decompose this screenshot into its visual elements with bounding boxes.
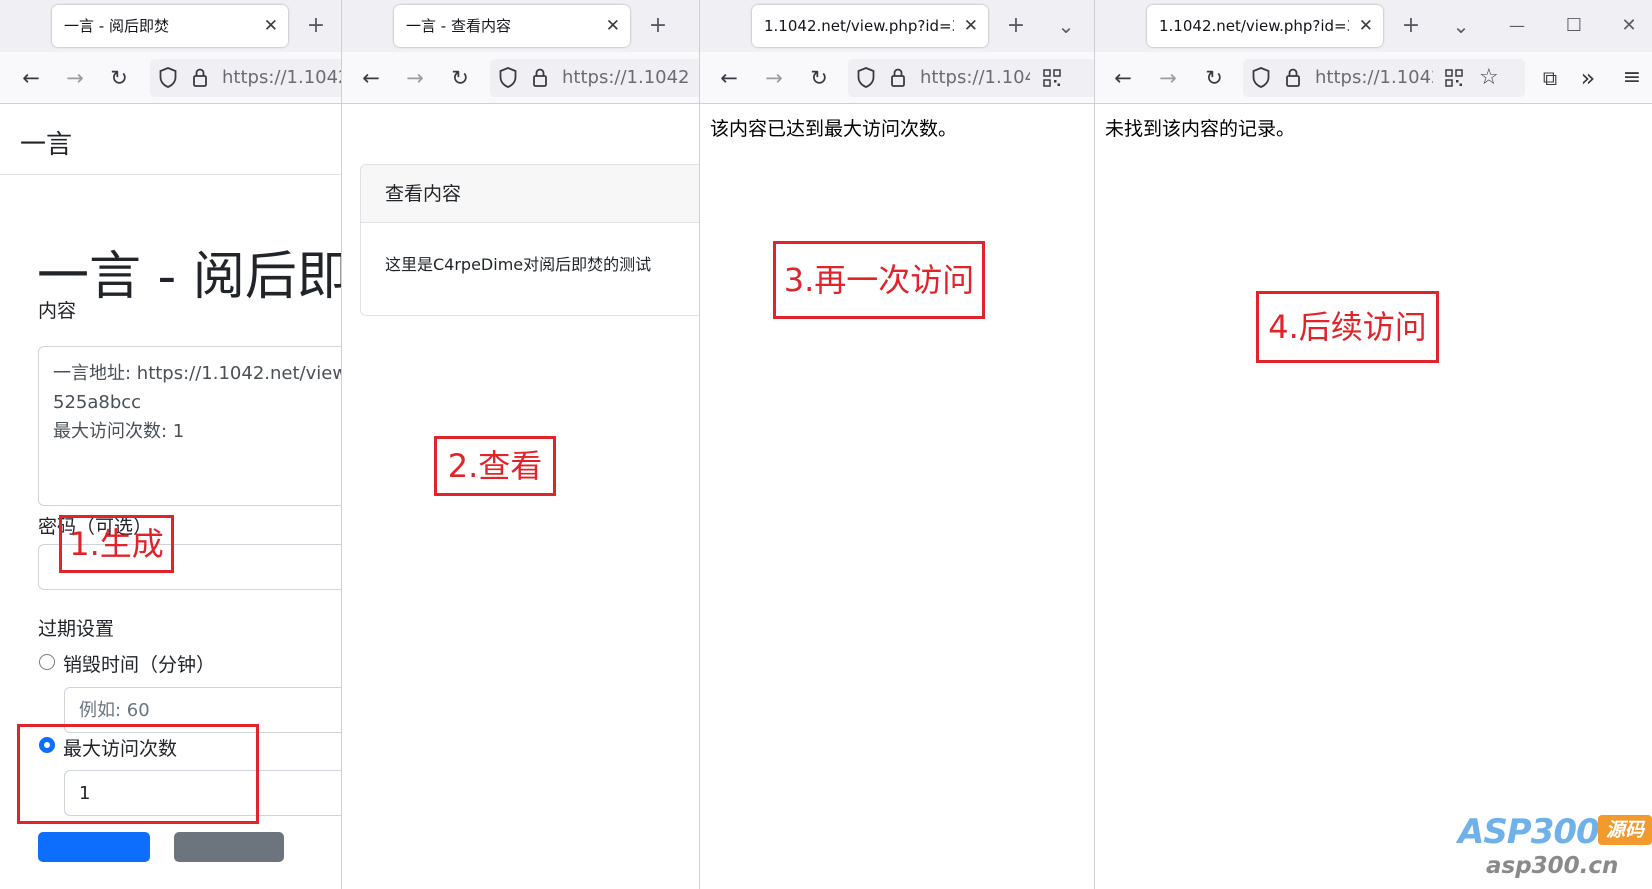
forward-icon[interactable]: →	[400, 62, 430, 94]
tab-bar: 一言 - 阅后即焚 ✕ +	[0, 0, 341, 52]
lock-icon	[891, 68, 905, 87]
nav-bar: ← → ↻ https://1.1042 ☆ ⧉ » ≡	[1095, 52, 1652, 104]
close-icon[interactable]: ✕	[606, 5, 620, 47]
url-text: https://1.1042	[562, 67, 690, 88]
url-text: https://1.1042	[1315, 67, 1433, 88]
browser-window-generate: 一言 - 阅后即焚 ✕ + ← → ↻ https://1.1042 一言 一言…	[0, 0, 341, 889]
list-tabs-icon[interactable]: ⌄	[1447, 12, 1475, 40]
window-close-icon[interactable]: ✕	[1615, 12, 1643, 40]
shield-icon	[857, 67, 875, 88]
content-textarea[interactable]: 一言地址: https://1.1042.net/view 525a8bcc 最…	[38, 346, 341, 506]
new-tab-icon[interactable]: +	[644, 12, 672, 40]
back-icon[interactable]: ←	[16, 62, 46, 94]
max-visits-reached-message: 该内容已达到最大访问次数。	[710, 118, 958, 140]
page-content: 该内容已达到最大访问次数。 3.再一次访问	[700, 104, 1095, 889]
address-bar[interactable]: https://1.1042 ☆	[1243, 59, 1525, 97]
tab-view-content[interactable]: 一言 - 查看内容 ✕	[394, 5, 630, 47]
shield-icon	[499, 67, 517, 88]
forward-icon[interactable]: →	[759, 62, 789, 94]
reload-icon[interactable]: ↻	[804, 62, 834, 94]
forward-icon[interactable]: →	[60, 62, 90, 94]
reset-button[interactable]	[174, 832, 284, 862]
overflow-icon[interactable]: »	[1573, 62, 1603, 94]
card-title: 查看内容	[361, 165, 700, 223]
destroy-time-label: 销毁时间（分钟）	[63, 654, 216, 676]
address-bar[interactable]: https://1.1042	[150, 59, 341, 97]
menu-icon[interactable]: ≡	[1617, 62, 1647, 94]
tab-title: 一言 - 阅后即焚	[64, 17, 169, 35]
watermark-domain: asp300.cn	[1486, 853, 1619, 879]
extensions-icon[interactable]: ⧉	[1535, 62, 1565, 94]
maximize-icon[interactable]: ☐	[1560, 12, 1588, 40]
nav-bar: ← → ↻ https://1.1042	[342, 52, 700, 104]
close-icon[interactable]: ✕	[964, 5, 978, 47]
back-icon[interactable]: ←	[714, 62, 744, 94]
back-icon[interactable]: ←	[1108, 62, 1138, 94]
close-icon[interactable]: ✕	[264, 5, 278, 47]
tab-bar: 1.1042.net/view.php?id=32 ✕ + ⌄	[700, 0, 1095, 52]
tab-view-php[interactable]: 1.1042.net/view.php?id=32 ✕	[1147, 5, 1383, 47]
url-text: https://1.1042	[222, 67, 341, 88]
qr-code-icon[interactable]	[1043, 69, 1061, 87]
tab-view-php[interactable]: 1.1042.net/view.php?id=32 ✕	[752, 5, 988, 47]
page-content: 一言 一言 - 阅后即焚 内容 一言地址: https://1.1042.net…	[0, 104, 341, 889]
submit-button[interactable]	[38, 832, 150, 862]
lock-icon	[1286, 68, 1300, 87]
nav-bar: ← → ↻ https://1.1042	[0, 52, 341, 104]
tab-title: 1.1042.net/view.php?id=32	[764, 17, 954, 35]
forward-icon[interactable]: →	[1153, 62, 1183, 94]
navbar-brand[interactable]: 一言	[20, 124, 72, 161]
content-line: 525a8bcc	[53, 392, 142, 413]
reload-icon[interactable]: ↻	[445, 62, 475, 94]
destroy-time-radio[interactable]	[39, 654, 55, 670]
card-text: 这里是C4rpeDime对阅后即焚的测试	[385, 255, 652, 274]
tab-title: 一言 - 查看内容	[406, 17, 511, 35]
content-card: 查看内容 这里是C4rpeDime对阅后即焚的测试	[360, 164, 700, 316]
reload-icon[interactable]: ↻	[1199, 62, 1229, 94]
watermark-badge: 源码	[1598, 815, 1652, 845]
browser-window-subsequent: 1.1042.net/view.php?id=32 ✕ + ⌄ — ☐ ✕ ← …	[1094, 0, 1652, 889]
lock-icon	[193, 68, 207, 87]
shield-icon	[159, 67, 177, 88]
page-content: 查看内容 这里是C4rpeDime对阅后即焚的测试 2.查看	[342, 104, 700, 889]
new-tab-icon[interactable]: +	[302, 12, 330, 40]
reload-icon[interactable]: ↻	[104, 62, 134, 94]
new-tab-icon[interactable]: +	[1397, 12, 1425, 40]
address-bar[interactable]: https://1.1042	[490, 59, 700, 97]
shield-icon	[1252, 67, 1270, 88]
content-line: 一言地址: https://1.1042.net/view	[53, 363, 341, 384]
new-tab-icon[interactable]: +	[1002, 12, 1030, 40]
tab-burn-after-reading[interactable]: 一言 - 阅后即焚 ✕	[52, 5, 288, 47]
back-icon[interactable]: ←	[356, 62, 386, 94]
content-line: 最大访问次数: 1	[53, 421, 185, 442]
browser-window-revisit: 1.1042.net/view.php?id=32 ✕ + ⌄ ← → ↻ ht…	[699, 0, 1095, 889]
expiry-label: 过期设置	[38, 618, 115, 640]
nav-bar: ← → ↻ https://1.1042	[700, 52, 1095, 104]
close-icon[interactable]: ✕	[1359, 5, 1373, 47]
url-text: https://1.1042	[920, 67, 1030, 88]
annotation-view: 2.查看	[434, 436, 556, 496]
annotation-subsequent: 4.后续访问	[1256, 291, 1439, 363]
browser-window-view: 一言 - 查看内容 ✕ + ← → ↻ https://1.1042 查看内容 …	[341, 0, 700, 889]
list-tabs-icon[interactable]: ⌄	[1052, 12, 1080, 40]
minimize-icon[interactable]: —	[1503, 12, 1531, 40]
divider	[0, 174, 341, 175]
watermark-logo: ASP300	[1458, 812, 1600, 852]
record-not-found-message: 未找到该内容的记录。	[1105, 118, 1296, 140]
page-title: 一言 - 阅后即焚	[37, 247, 341, 307]
annotation-revisit: 3.再一次访问	[773, 241, 985, 319]
tab-bar: 一言 - 查看内容 ✕ +	[342, 0, 700, 52]
annotation-generate: 1.生成	[59, 515, 174, 573]
address-bar[interactable]: https://1.1042	[848, 59, 1095, 97]
qr-code-icon[interactable]	[1445, 69, 1463, 87]
tab-bar: 1.1042.net/view.php?id=32 ✕ + ⌄ — ☐ ✕	[1095, 0, 1652, 52]
tab-title: 1.1042.net/view.php?id=32	[1159, 17, 1349, 35]
content-label: 内容	[38, 300, 77, 322]
bookmark-star-icon[interactable]: ☆	[1479, 59, 1499, 97]
page-content: 未找到该内容的记录。 4.后续访问	[1095, 104, 1652, 889]
lock-icon	[533, 68, 547, 87]
annotation-max-visits-box	[17, 724, 259, 824]
